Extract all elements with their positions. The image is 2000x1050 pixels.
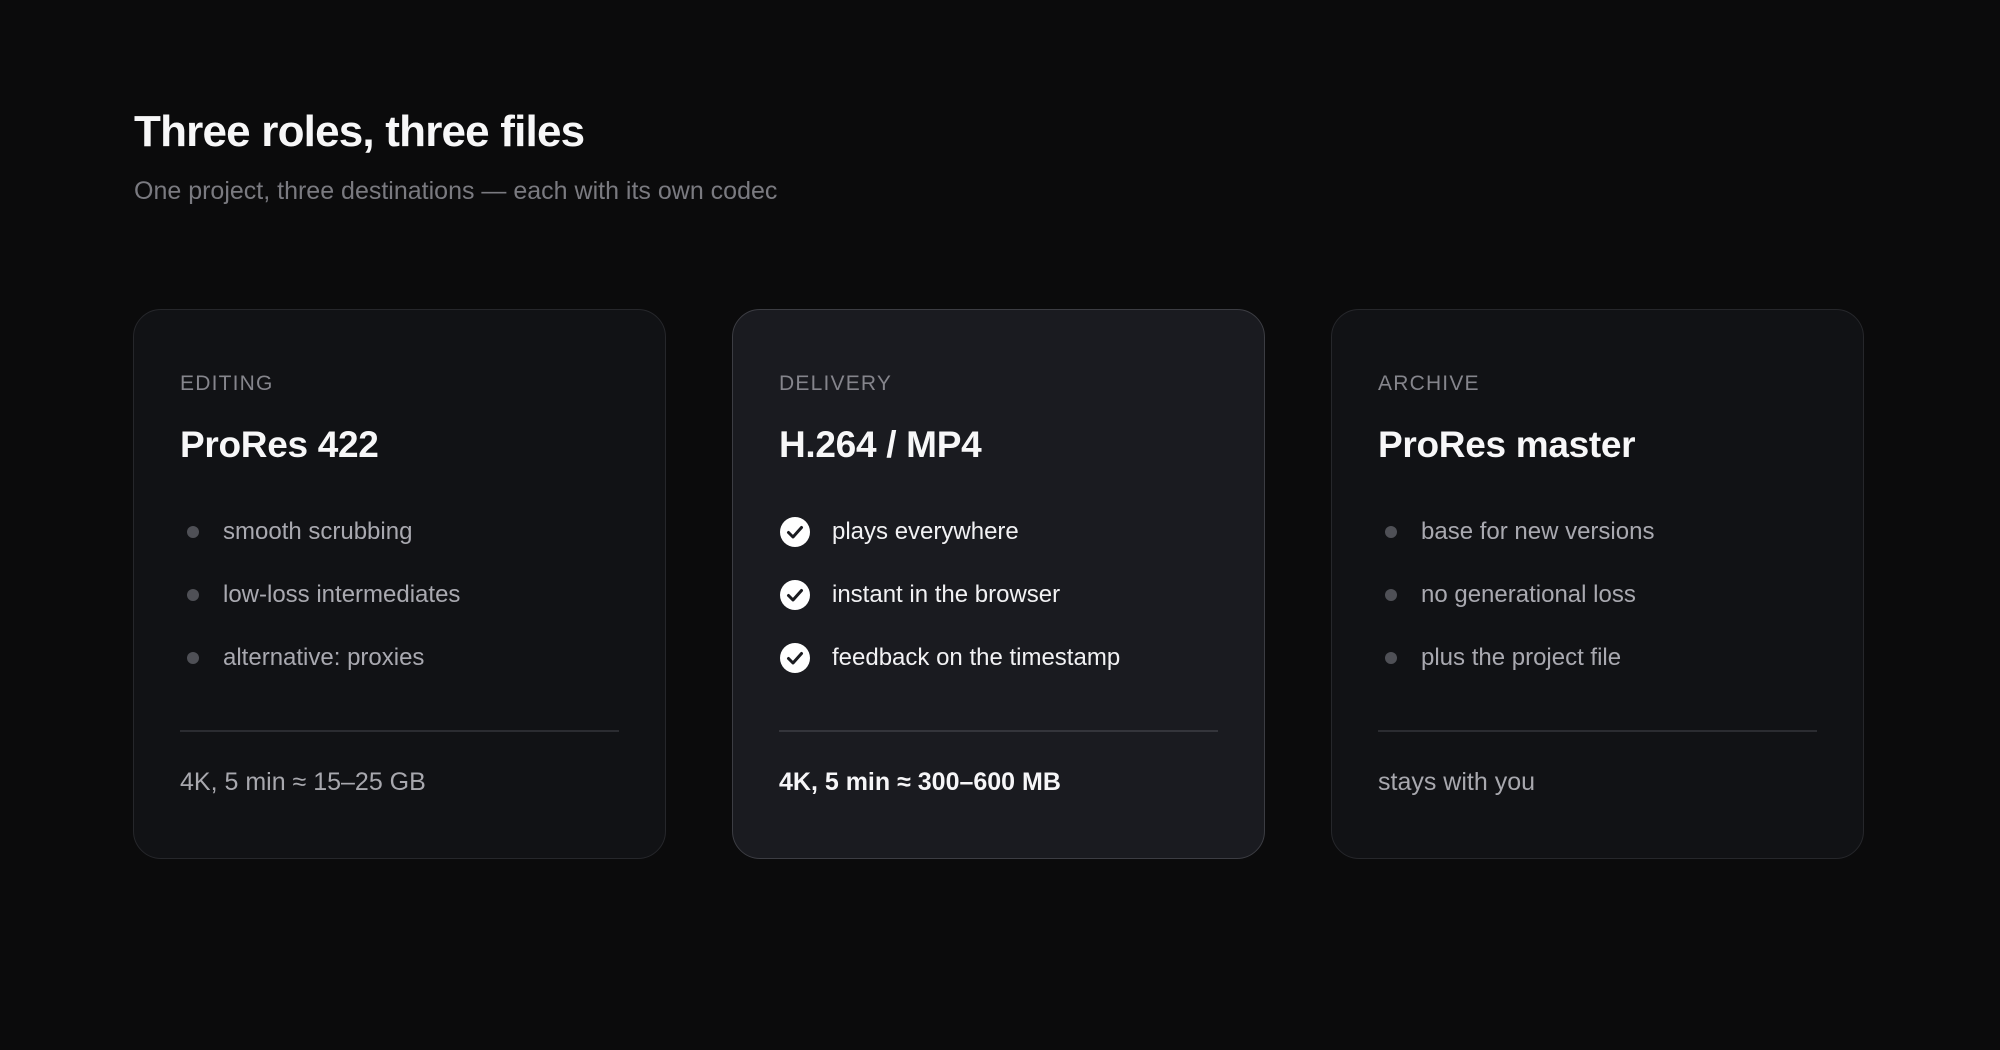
check-circle-icon [780, 579, 810, 610]
card-codec-title: ProRes master [1378, 424, 1636, 465]
dot-icon [187, 588, 199, 601]
feature-text: base for new versions [1421, 517, 1655, 545]
list-item: instant in the browser [779, 563, 1218, 626]
feature-list: smooth scrubbing low-loss intermediates … [180, 500, 619, 689]
list-item: plays everywhere [779, 500, 1218, 563]
card-role-label: DELIVERY [779, 372, 893, 395]
card-codec-title: ProRes 422 [180, 424, 379, 465]
feature-text: alternative: proxies [223, 643, 425, 671]
dot-icon [187, 651, 199, 664]
card-role-label: EDITING [180, 372, 274, 395]
feature-text: feedback on the timestamp [832, 643, 1121, 671]
feature-text: instant in the browser [832, 580, 1061, 608]
dot-icon [187, 525, 199, 538]
feature-list: base for new versions no generational lo… [1378, 500, 1817, 689]
list-item: smooth scrubbing [180, 500, 619, 563]
section-header: Three roles, three files One project, th… [134, 104, 777, 208]
card-footnote: 4K, 5 min ≈ 300–600 MB [779, 768, 1061, 796]
card-divider [779, 730, 1218, 732]
card-divider [1378, 730, 1817, 732]
list-item: low-loss intermediates [180, 563, 619, 626]
card-delivery: DELIVERY H.264 / MP4 plays everywhere in… [732, 309, 1265, 859]
list-item: alternative: proxies [180, 626, 619, 689]
list-item: plus the project file [1378, 626, 1817, 689]
card-footnote: stays with you [1378, 768, 1536, 796]
feature-text: low-loss intermediates [223, 580, 461, 608]
card-editing: EDITING ProRes 422 smooth scrubbing low-… [133, 309, 666, 859]
feature-text: plus the project file [1421, 643, 1622, 671]
dot-icon [1385, 588, 1397, 601]
feature-text: plays everywhere [832, 517, 1019, 545]
page-title: Three roles, three files [134, 107, 585, 156]
card-archive: ARCHIVE ProRes master base for new versi… [1331, 309, 1864, 859]
card-role-label: ARCHIVE [1378, 372, 1480, 395]
card-footnote: 4K, 5 min ≈ 15–25 GB [180, 768, 426, 796]
list-item: feedback on the timestamp [779, 626, 1218, 689]
page-subtitle: One project, three destinations — each w… [134, 177, 778, 205]
list-item: no generational loss [1378, 563, 1817, 626]
feature-text: smooth scrubbing [223, 517, 413, 545]
card-codec-title: H.264 / MP4 [779, 424, 982, 465]
check-circle-icon [780, 516, 810, 547]
card-divider [180, 730, 619, 732]
check-circle-icon [780, 642, 810, 673]
codec-cards: EDITING ProRes 422 smooth scrubbing low-… [133, 309, 1864, 859]
feature-text: no generational loss [1421, 580, 1636, 608]
dot-icon [1385, 651, 1397, 664]
list-item: base for new versions [1378, 500, 1817, 563]
dot-icon [1385, 525, 1397, 538]
feature-list: plays everywhere instant in the browser … [779, 500, 1218, 689]
